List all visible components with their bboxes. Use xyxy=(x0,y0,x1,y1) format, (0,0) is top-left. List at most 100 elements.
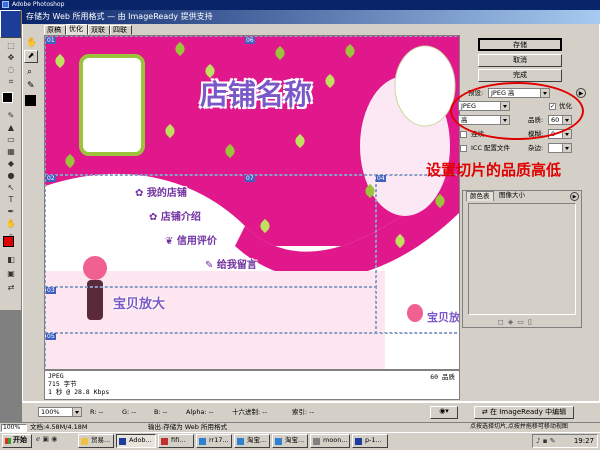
app-icon xyxy=(161,438,168,445)
color-table-swatches[interactable] xyxy=(468,203,576,315)
slice-number-tag: 01 xyxy=(46,37,56,44)
status-zoom: 100% xyxy=(1,424,27,432)
app-icon xyxy=(275,438,282,445)
edit-in-imageready-button[interactable]: ⇄ 在 ImageReady 中编辑 xyxy=(474,406,574,419)
gradient-tool-icon[interactable]: ▦ xyxy=(2,146,20,157)
status-hint: 点按选择切片,点按并拖移可移动视图 xyxy=(470,423,568,430)
zoom-bar: 100% R: -- G: -- B: -- Alpha: -- 十六进制: -… xyxy=(22,402,600,422)
lasso-tool-icon[interactable]: ◌ xyxy=(2,64,20,75)
taskbar-item[interactable]: 淘宝... xyxy=(234,434,270,448)
status-bar: 100% 文档:4.58M/4.18M 输出:存储为 Web 所用格式 点按选择… xyxy=(0,422,600,432)
status-doc-size: 文档:4.58M/4.18M xyxy=(30,423,88,431)
tab-4up[interactable]: 四联 xyxy=(110,25,132,35)
save-button[interactable]: 存储 xyxy=(478,38,562,51)
tab-optimized[interactable]: 优化 xyxy=(66,24,88,35)
crop-tool-icon[interactable]: ⌗ xyxy=(2,76,20,87)
tab-image-size[interactable]: 图像大小 xyxy=(496,191,528,200)
imageready-icon: ⇄ xyxy=(481,408,488,416)
task-label: 贸易... xyxy=(91,436,111,444)
icc-profile-label: ICC 配置文件 xyxy=(471,144,511,152)
foreground-color-swatch[interactable] xyxy=(2,92,13,103)
network-icon[interactable]: ▪ xyxy=(543,437,548,445)
taskbar-item[interactable]: 淘宝... xyxy=(272,434,308,448)
zoom-icon[interactable]: ⌕ xyxy=(27,67,32,77)
mask-mode-icon[interactable]: ◧ xyxy=(2,254,20,265)
pen-tool-icon[interactable]: ✒ xyxy=(2,206,20,217)
stamp-tool-icon[interactable]: ▲ xyxy=(2,122,20,133)
readout-alpha: Alpha: -- xyxy=(186,408,214,416)
dialog-tools: ✋ ⬈ ⌕ ✎ xyxy=(24,36,40,106)
taskbar-item[interactable]: moon... xyxy=(310,434,350,448)
taskbar-item[interactable]: 贸易... xyxy=(78,434,114,448)
app-icon xyxy=(119,438,126,445)
dodge-tool-icon[interactable]: ● xyxy=(2,170,20,181)
delete-color-icon[interactable]: ▯ xyxy=(528,318,536,326)
hand-icon[interactable]: ✋ xyxy=(26,38,37,48)
tab-original[interactable]: 原稿 xyxy=(44,25,66,35)
eyedropper-color-swatch xyxy=(25,95,36,106)
edit-imageready-label: 在 ImageReady 中编辑 xyxy=(490,408,567,416)
status-output: 输出:存储为 Web 所用格式 xyxy=(148,423,227,431)
toolbox: ⬚ ✥ ◌ ⌗ ✎ ▲ ▭ ▦ ◆ ● ↖ T ✒ ✋ ⌕ ◧ ▣ ⇄ xyxy=(0,10,22,310)
screen-mode-icon[interactable]: ▣ xyxy=(2,268,20,279)
start-button[interactable]: 开始 xyxy=(2,434,32,448)
background-color-swatch[interactable] xyxy=(3,236,14,247)
info-format: JPEG xyxy=(48,372,64,380)
taskbar-item[interactable]: p-1... xyxy=(352,434,388,448)
app-icon xyxy=(355,438,362,445)
browser-preview-button[interactable]: ◉▾ xyxy=(430,406,458,419)
desktop-icon[interactable]: ▣ xyxy=(42,435,49,443)
tab-2up[interactable]: 双联 xyxy=(88,25,110,35)
app-icon xyxy=(199,438,206,445)
slice-boundary[interactable] xyxy=(375,174,459,334)
windows-logo-icon xyxy=(5,438,11,444)
done-button[interactable]: 完成 xyxy=(478,69,562,82)
slice-boundary[interactable] xyxy=(45,36,459,176)
app-title-bar: Adobe Photoshop xyxy=(0,0,600,10)
brush-tool-icon[interactable]: ✎ xyxy=(2,110,20,121)
type-tool-icon[interactable]: T xyxy=(2,194,20,205)
ime-icon[interactable]: ✎ xyxy=(550,437,556,445)
info-download-time: 1 秒 @ 28.8 Kbps xyxy=(48,388,110,396)
preview-canvas[interactable]: 店铺名称 ✿ 我的店铺 ✿ 店铺介绍 ❦ 信用评价 ✎ 给我留言 宝贝放大 宝贝… xyxy=(44,35,460,370)
path-tool-icon[interactable]: ↖ xyxy=(2,182,20,193)
tab-color-table[interactable]: 颜色表 xyxy=(466,191,494,201)
web-snap-icon[interactable]: ◈ xyxy=(508,318,517,326)
system-tray: ♪ ▪ ✎ 19:27 xyxy=(532,434,598,448)
app-title: Adobe Photoshop xyxy=(12,1,65,8)
slice-boundary[interactable] xyxy=(45,286,377,334)
annotation-text: 设置切片的品质高低 xyxy=(426,161,562,179)
taskbar-item-active[interactable]: Adob... xyxy=(116,434,156,448)
media-icon[interactable]: ◉ xyxy=(51,435,57,443)
palette-menu-arrow-icon[interactable]: ▶ xyxy=(570,192,579,201)
readout-index: 索引: -- xyxy=(292,408,314,416)
ie-icon[interactable]: ℯ xyxy=(36,435,40,443)
blur-tool-icon[interactable]: ◆ xyxy=(2,158,20,169)
marquee-tool-icon[interactable]: ⬚ xyxy=(2,40,20,51)
slice-boundary[interactable] xyxy=(45,332,459,369)
matte-select[interactable] xyxy=(548,143,572,153)
eraser-tool-icon[interactable]: ▭ xyxy=(2,134,20,145)
toolbox-logo xyxy=(0,10,21,38)
lock-color-icon[interactable]: ◻ xyxy=(498,318,508,326)
new-color-icon[interactable]: ▭ xyxy=(517,318,528,326)
slice-boundary[interactable] xyxy=(45,174,377,288)
jump-to-imageready-icon[interactable]: ⇄ xyxy=(2,282,20,293)
move-tool-icon[interactable]: ✥ xyxy=(2,52,20,63)
volume-icon[interactable]: ♪ xyxy=(536,437,540,445)
taskbar-item[interactable]: rr17... xyxy=(196,434,232,448)
settings-menu-arrow-icon[interactable]: ▶ xyxy=(576,88,586,98)
zoom-value: 100% xyxy=(41,408,60,416)
taskbar-item[interactable]: fifi... xyxy=(158,434,194,448)
task-label: 淘宝... xyxy=(285,436,305,444)
icc-profile-checkbox[interactable] xyxy=(460,145,467,152)
slice-number-tag: 05 xyxy=(46,333,56,340)
zoom-select[interactable]: 100% xyxy=(38,407,82,417)
cancel-button[interactable]: 取消 xyxy=(478,54,562,67)
hand-tool-icon[interactable]: ✋ xyxy=(2,218,20,229)
optimization-info: JPEG 715 字节 1 秒 @ 28.8 Kbps 60 品质 xyxy=(44,370,460,400)
eyedropper-icon[interactable]: ✎ xyxy=(27,81,35,91)
task-label: fifi... xyxy=(171,436,186,444)
slice-select-icon[interactable]: ⬈ xyxy=(24,50,38,63)
progressive-checkbox[interactable] xyxy=(460,131,467,138)
